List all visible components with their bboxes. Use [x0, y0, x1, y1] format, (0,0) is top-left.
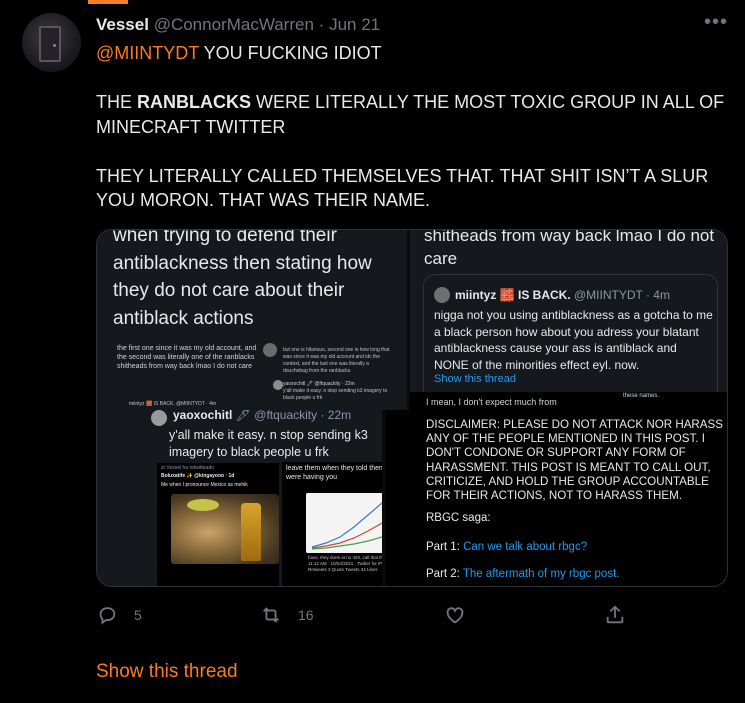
quoted-handle: @MIINTYDT · 4m: [574, 288, 670, 302]
tweet-line-2-pre: THE: [96, 92, 138, 112]
screenshot-mini-reply-name: yaoxochitl 🖋 @ftquackity · 22m: [283, 381, 355, 387]
quote-name: Boluxatife ✨ @kingayooo · 1d: [161, 473, 235, 479]
screenshot-tweet-header: yaoxochitl 🖋 @ftquackity · 22m: [173, 410, 351, 422]
part-2-line: Part 2: The aftermath of my rbgc post.: [426, 568, 619, 580]
reply-count: 5: [134, 607, 142, 623]
brick-icon: 🧱: [499, 288, 515, 302]
show-thread-link[interactable]: Show this thread: [96, 661, 238, 683]
screenshot-tail-right: these names.: [623, 393, 660, 399]
screenshot-lead-text: shitheads from way back lmao I do not ca…: [424, 230, 715, 268]
retweet-icon: [263, 607, 279, 623]
heart-icon: [446, 607, 464, 624]
tweet-line-1: YOU FUCKING IDIOT: [198, 43, 382, 63]
media-grid: when trying to defend their antiblacknes…: [96, 229, 728, 587]
media-image-3[interactable]: yaoxochitl 🖋 @ftquackity · 22m y'all mak…: [97, 410, 382, 586]
quoted-text: nigga not you using antiblackness as a g…: [434, 308, 713, 372]
screenshot-tweet-text: y'all make it easy. n stop sending k3 im…: [169, 428, 368, 459]
tweet-line-3: THEY LITERALLY CALLED THEMSELVES THAT. T…: [96, 165, 709, 211]
door-icon: [39, 26, 61, 62]
disclaimer-text: DISCLAIMER: PLEASE DO NOT ATTACK NOR HAR…: [426, 418, 723, 503]
media-image-4[interactable]: DISCLAIMER: PLEASE DO NOT ATTACK NOR HAR…: [386, 410, 727, 586]
part-1-label: Part 1:: [426, 541, 464, 553]
avatar: [151, 410, 167, 426]
media-image-2[interactable]: shitheads from way back lmao I do not ca…: [410, 230, 727, 410]
tweet-header: Vessel @ConnorMacWarren · Jun 21: [96, 15, 380, 35]
tweet-date[interactable]: Jun 21: [329, 15, 380, 34]
reply-button[interactable]: 5: [96, 600, 142, 630]
like-button[interactable]: [444, 600, 482, 630]
screenshot-handle: 🖋 @ftquackity · 22m: [235, 410, 352, 422]
embedded-quote-left: ⮂ Vessel ha retwitteado Boluxatife ✨ @ki…: [157, 463, 279, 586]
quoted-status: IS BACK.: [517, 288, 571, 302]
avatar[interactable]: [22, 13, 81, 72]
accent-bar: [88, 0, 128, 4]
retweet-note: ⮂ Vessel ha retwitteado: [161, 465, 214, 471]
tweet-actions: 5 16: [96, 600, 636, 630]
reply-icon: [99, 607, 116, 625]
mention-link[interactable]: @MIINTYDT: [96, 43, 199, 63]
part-1-line: Part 1: Can we talk about rbgc?: [426, 541, 587, 553]
embedded-quote-right: leave them when they told them they were…: [282, 462, 382, 586]
quoted-name: miintyz: [455, 288, 497, 302]
more-options-icon[interactable]: •••: [702, 12, 730, 36]
screenshot-caption: when trying to defend their antiblacknes…: [113, 230, 372, 329]
embedded-right-text: leave them when they told them they were…: [286, 465, 382, 481]
saga-label: RBGC saga:: [426, 512, 491, 524]
separator: ·: [318, 15, 325, 34]
screenshot-mini-reply-text: y'all make it easy. n stop sending k3 im…: [283, 388, 388, 401]
tweet-line-2-bold: RANBLACKS: [137, 92, 252, 112]
screenshot-tail-left: I mean, I don't expect much from: [426, 397, 557, 407]
screenshot-mini-left: the first one since it was my old accoun…: [117, 345, 257, 370]
avatar: [434, 287, 450, 303]
share-button[interactable]: [604, 600, 642, 630]
tweet-body: @MIINTYDT YOU FUCKING IDIOT THE RANBLACK…: [96, 41, 726, 213]
screenshot-tail: I mean, I don't expect much from these n…: [410, 392, 727, 410]
media-image-1[interactable]: when trying to defend their antiblacknes…: [97, 230, 407, 410]
screenshot-mini-right-text: but one is hilarious, second one is how …: [283, 347, 390, 374]
quoted-tweet-card: miintyz 🧱 IS BACK. @MIINTYDT · 4m nigga …: [423, 274, 718, 404]
part-1-link[interactable]: Can we talk about rbgc?: [463, 541, 587, 553]
share-icon: [606, 605, 624, 624]
quoted-show-thread: Show this thread: [434, 373, 516, 385]
retweet-count: 16: [298, 607, 314, 623]
retweet-button[interactable]: 16: [260, 600, 314, 630]
quoted-tweet-header: miintyz 🧱 IS BACK. @MIINTYDT · 4m: [455, 287, 670, 303]
avatar: [273, 380, 283, 390]
part-2-link[interactable]: The aftermath of my rbgc post.: [463, 568, 620, 580]
screenshot-mini-right: but one is hilarious, second one is how …: [283, 347, 395, 402]
sombrero-icon: [187, 499, 219, 511]
mini-graph: [306, 493, 382, 553]
display-name[interactable]: Vessel: [96, 15, 149, 34]
part-2-label: Part 2:: [426, 568, 463, 580]
screenshot-mini-bottom: miintyz 🧱 IS BACK. @MIINTYDT · 4m: [129, 401, 217, 407]
quote-text: Me when I pronounce Mexico as mehik: [161, 482, 248, 488]
screenshot-name: yaoxochitl: [173, 410, 233, 422]
avatar: [263, 343, 277, 357]
user-handle[interactable]: @ConnorMacWarren: [154, 15, 314, 34]
bottle-icon: [241, 503, 261, 561]
embedded-right-meta: have, they done at no 420, call that the…: [308, 555, 382, 572]
